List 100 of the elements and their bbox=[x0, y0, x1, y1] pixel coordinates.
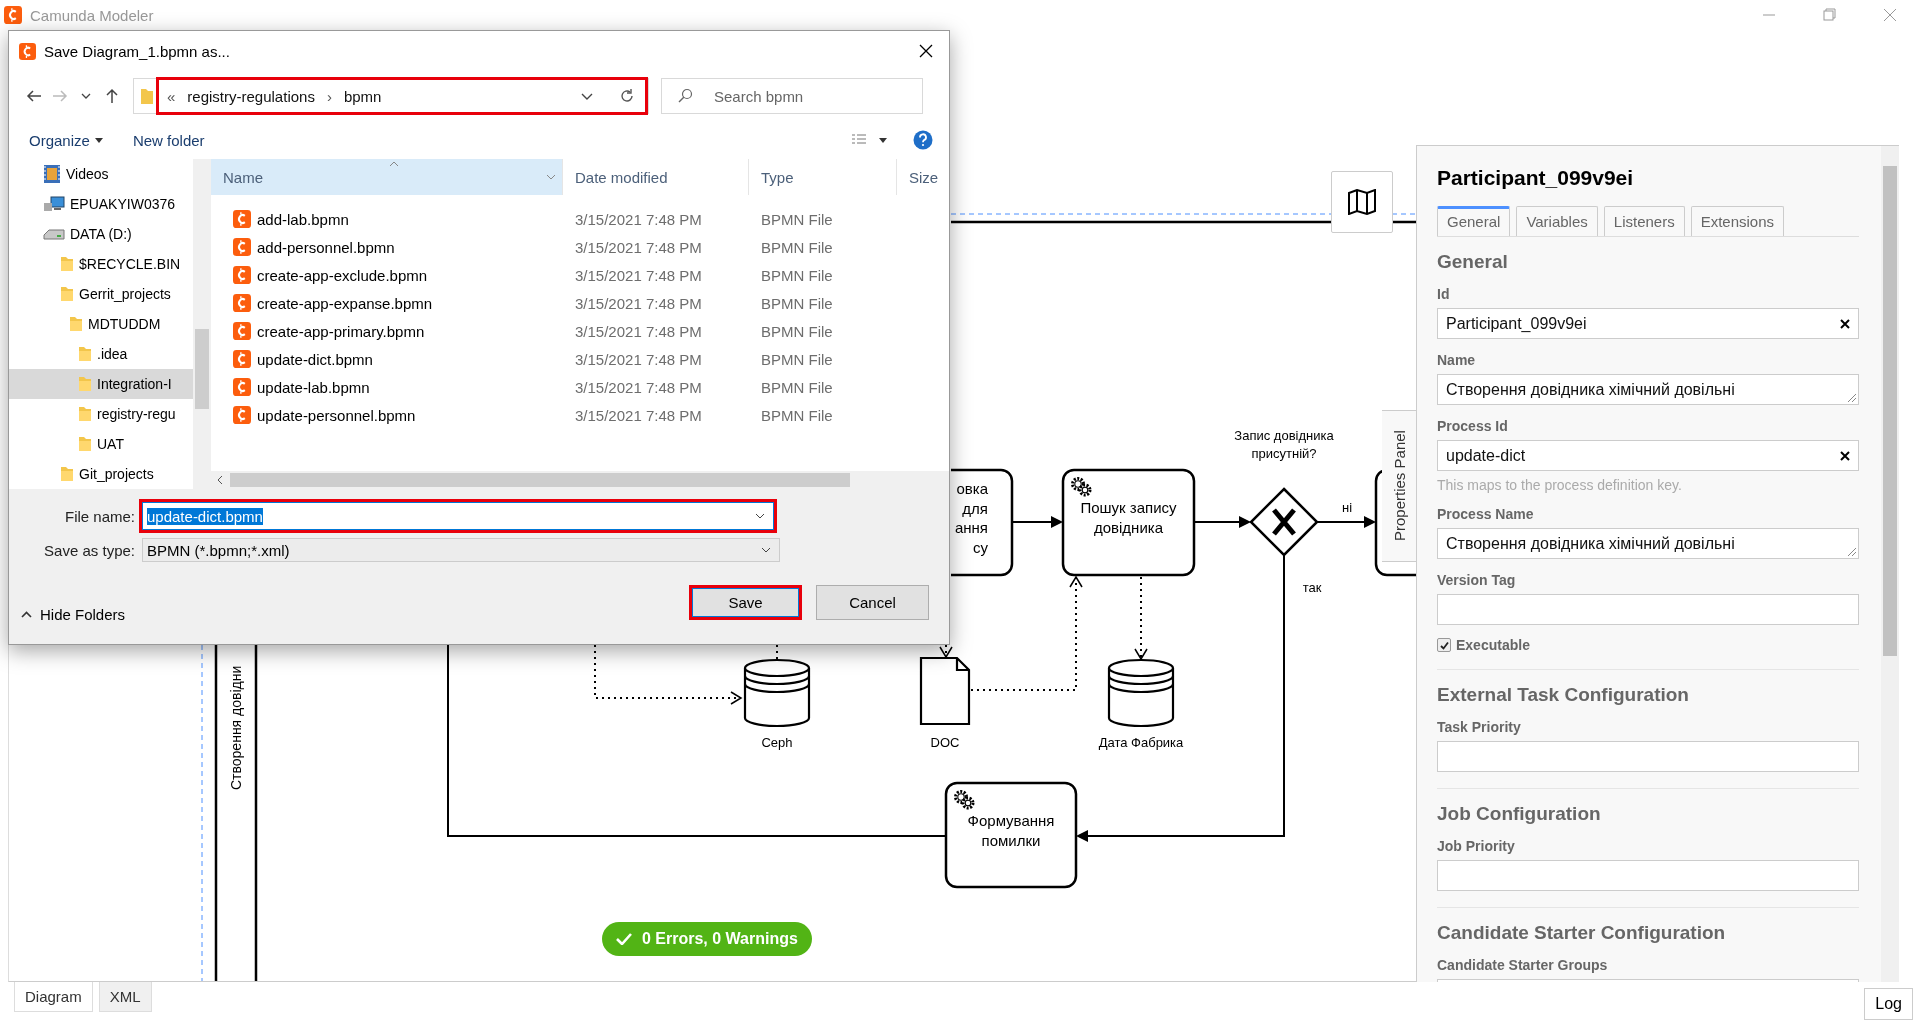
chevron-up-icon bbox=[21, 611, 32, 618]
input-field[interactable] bbox=[1437, 741, 1859, 772]
help-icon[interactable] bbox=[913, 130, 933, 150]
file-name: update-lab.bpmn bbox=[257, 378, 370, 396]
group-title: External Task Configuration bbox=[1437, 684, 1690, 706]
list-view-icon[interactable] bbox=[851, 133, 867, 147]
log-button[interactable]: Log bbox=[1864, 988, 1913, 1020]
column-header[interactable]: Type bbox=[749, 159, 897, 195]
breadcrumb[interactable]: bpmn bbox=[343, 87, 382, 105]
caret-icon[interactable] bbox=[879, 137, 887, 143]
app-title: Camunda Modeler bbox=[30, 6, 154, 24]
chevron-down-icon bbox=[761, 547, 771, 553]
group-title: Job Configuration bbox=[1437, 803, 1602, 825]
tree-item[interactable]: MDTUDDM bbox=[9, 309, 193, 339]
panel-tab[interactable]: Listeners bbox=[1603, 206, 1685, 236]
tree-item[interactable]: Videos bbox=[9, 159, 193, 189]
tree-item[interactable]: Gerrit_projects bbox=[9, 279, 193, 309]
input-field[interactable] bbox=[1437, 860, 1859, 891]
file-row[interactable]: add-personnel.bpmn 3/15/2021 7:48 PM BPMN File bbox=[211, 233, 949, 261]
file-name: add-lab.bpmn bbox=[257, 210, 349, 228]
folder-icon bbox=[69, 316, 83, 332]
drive-icon bbox=[43, 226, 65, 242]
file-row[interactable]: create-app-expanse.bpmn 3/15/2021 7:48 PM BPMN File bbox=[211, 289, 949, 317]
caret-icon bbox=[94, 137, 103, 143]
file-name: update-personnel.bpmn bbox=[257, 406, 416, 424]
file-type: BPMN File bbox=[760, 266, 833, 284]
clear-icon[interactable] bbox=[1840, 450, 1850, 461]
tree-item-label: MDTUDDM bbox=[88, 316, 161, 332]
view-tab[interactable]: XML bbox=[98, 982, 152, 1012]
input-field[interactable] bbox=[1437, 594, 1859, 625]
tree-item[interactable]: $RECYCLE.BIN bbox=[9, 249, 193, 279]
search-field[interactable]: Search bpmn bbox=[661, 78, 923, 114]
tree-item-label: Videos bbox=[66, 166, 109, 182]
field-hint: This maps to the process definition key. bbox=[1437, 477, 1683, 493]
text-area[interactable]: Створення довідника хімічний довільні bbox=[1437, 528, 1859, 559]
file-icon bbox=[4, 6, 22, 24]
tree-item[interactable]: Integration-I bbox=[9, 369, 193, 399]
file-icon bbox=[233, 294, 251, 312]
address-bar[interactable]: « registry-regulations › bpmn bbox=[156, 77, 648, 115]
tree-item-label: DATA (D:) bbox=[70, 226, 132, 242]
input-field[interactable]: update-dict bbox=[1437, 440, 1859, 471]
back-arrow-icon bbox=[26, 89, 42, 103]
toolbar-button[interactable]: New folder bbox=[132, 131, 205, 149]
input-field[interactable]: Participant_099v9ei bbox=[1437, 308, 1859, 339]
breadcrumb[interactable]: registry-regulations bbox=[187, 87, 315, 105]
task-label: Формування bbox=[967, 812, 1055, 829]
tree-item[interactable]: .idea bbox=[9, 339, 193, 369]
task-label: ання bbox=[954, 519, 988, 536]
file-row[interactable]: create-app-exclude.bpmn 3/15/2021 7:48 PM BPMN File bbox=[211, 261, 949, 289]
properties-panel-toggle[interactable]: Properties Panel bbox=[1382, 410, 1416, 562]
file-name-field[interactable]: update-dict.bpmn bbox=[139, 499, 777, 533]
file-row[interactable]: update-personnel.bpmn 3/15/2021 7:48 PM BPMN File bbox=[211, 401, 949, 429]
scrollbar[interactable] bbox=[211, 471, 949, 489]
file-row[interactable]: update-dict.bpmn 3/15/2021 7:48 PM BPMN File bbox=[211, 345, 949, 373]
file-row[interactable]: update-lab.bpmn 3/15/2021 7:48 PM BPMN File bbox=[211, 373, 949, 401]
panel-tab[interactable]: Extensions bbox=[1690, 206, 1785, 236]
column-header[interactable]: Name bbox=[211, 159, 563, 195]
chevron-down-icon[interactable] bbox=[581, 92, 593, 100]
close-icon bbox=[919, 44, 933, 58]
field-label: File name: bbox=[63, 507, 136, 525]
file-icon bbox=[233, 378, 251, 396]
resize-grip-icon bbox=[1847, 393, 1856, 402]
scrollbar[interactable] bbox=[1881, 146, 1899, 982]
tree-item[interactable]: EPUAKYIW0376 bbox=[9, 189, 193, 219]
tree-item[interactable]: Git_projects bbox=[9, 459, 193, 489]
view-tab[interactable]: Diagram bbox=[14, 982, 93, 1012]
checkbox[interactable] bbox=[1437, 638, 1451, 652]
chevron-down-icon bbox=[81, 93, 91, 99]
file-date: 3/15/2021 7:48 PM bbox=[574, 294, 703, 312]
tree-item[interactable]: registry-regu bbox=[9, 399, 193, 429]
tree-item-label: EPUAKYIW0376 bbox=[70, 196, 176, 212]
computer-icon bbox=[43, 196, 65, 212]
scrollbar[interactable] bbox=[193, 159, 211, 489]
file-date: 3/15/2021 7:48 PM bbox=[574, 378, 703, 396]
toolbar-button[interactable]: Organize bbox=[29, 131, 103, 149]
refresh-icon[interactable] bbox=[619, 88, 635, 104]
text-area[interactable]: Створення довідника хімічний довільні bbox=[1437, 374, 1859, 405]
field-label: Job Priority bbox=[1437, 838, 1516, 855]
overflow-chevrons[interactable]: « bbox=[167, 87, 176, 105]
tree-item[interactable]: DATA (D:) bbox=[9, 219, 193, 249]
scroll-left-icon[interactable] bbox=[216, 475, 224, 485]
minimap-button[interactable] bbox=[1331, 171, 1393, 233]
type-dropdown[interactable]: BPMN (*.bpmn;*.xml) bbox=[142, 538, 780, 562]
file-type: BPMN File bbox=[760, 406, 833, 424]
column-header[interactable]: Date modified bbox=[563, 159, 749, 195]
file-name: create-app-exclude.bpmn bbox=[257, 266, 428, 284]
file-row[interactable]: create-app-primary.bpmn 3/15/2021 7:48 PM BPMN File bbox=[211, 317, 949, 345]
map-icon bbox=[1347, 189, 1377, 215]
panel-tab[interactable]: General bbox=[1437, 206, 1511, 236]
column-header[interactable]: Size bbox=[897, 159, 949, 195]
cancel-button[interactable]: Cancel bbox=[816, 585, 929, 620]
sequence-flow bbox=[1193, 516, 1251, 528]
panel-tab[interactable]: Variables bbox=[1516, 206, 1598, 236]
clear-icon[interactable] bbox=[1840, 318, 1850, 329]
tree-item[interactable]: UAT bbox=[9, 429, 193, 459]
file-icon bbox=[233, 238, 251, 256]
save-button[interactable]: Save bbox=[689, 585, 802, 620]
file-row[interactable]: add-lab.bpmn 3/15/2021 7:48 PM BPMN File bbox=[211, 205, 949, 233]
hide-folders-button[interactable]: Hide Folders bbox=[21, 606, 126, 623]
tree-item-label: Git_projects bbox=[79, 466, 154, 482]
